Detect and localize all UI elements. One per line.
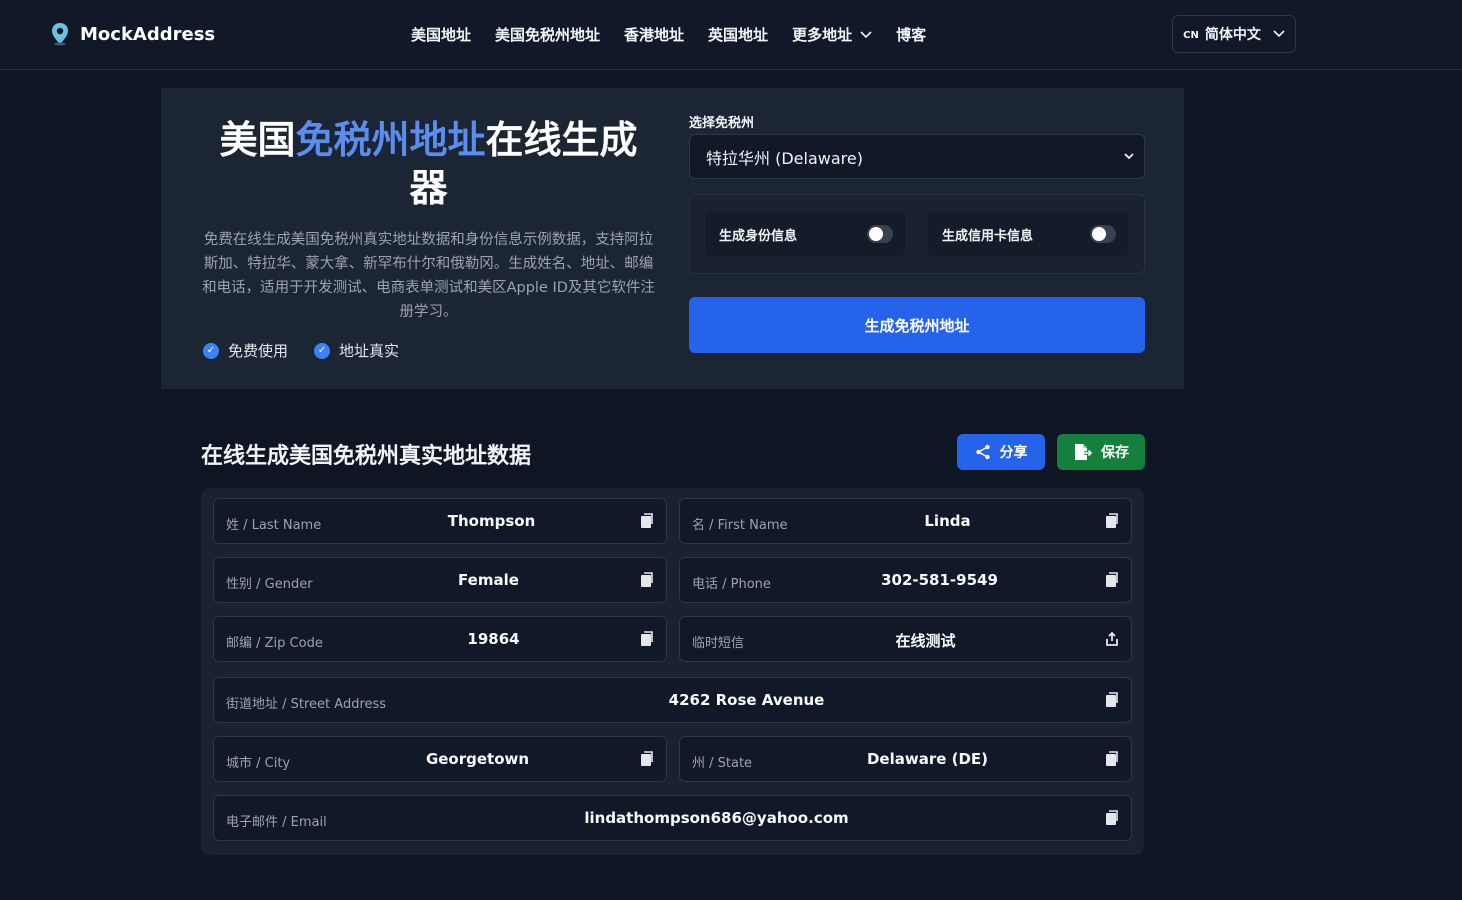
brand-name: MockAddress	[80, 23, 216, 45]
nav-link-more-label: 更多地址	[792, 26, 853, 44]
map-pin-icon	[52, 23, 68, 46]
nav-link-us-address[interactable]: 美国地址	[411, 24, 471, 45]
share-label: 分享	[999, 445, 1028, 461]
field-label: 邮编 / Zip Code	[226, 636, 323, 651]
brand-logo[interactable]: MockAddress	[50, 22, 215, 46]
hero-section: 美国免税州地址在线生成器 免费在线生成美国免税州真实地址数据和身份信息示例数据，…	[161, 88, 1184, 389]
share-button[interactable]: 分享	[957, 434, 1045, 470]
field-zip: 邮编 / Zip Code 19864	[213, 616, 667, 662]
file-export-icon	[1075, 444, 1093, 460]
share-icon	[975, 444, 990, 460]
toggle-identity-label: 生成身份信息	[719, 228, 798, 244]
feature-real: ✓ 地址真实	[314, 340, 399, 361]
field-value[interactable]: Georgetown	[340, 750, 615, 768]
chevron-down-icon	[1273, 30, 1285, 38]
field-label: 电子邮件 / Email	[226, 815, 327, 830]
nav-link-blog[interactable]: 博客	[896, 24, 926, 45]
title-accent: 免税州地址	[295, 118, 486, 162]
copy-icon[interactable]	[640, 513, 654, 529]
options-panel: 生成身份信息 生成信用卡信息	[689, 194, 1145, 274]
copy-icon[interactable]	[1105, 692, 1119, 708]
main-menu: 美国地址 美国免税州地址 香港地址 英国地址 更多地址 博客	[411, 24, 926, 45]
copy-icon[interactable]	[640, 572, 654, 588]
field-label: 临时短信	[692, 636, 745, 651]
feature-free: ✓ 免费使用	[203, 340, 288, 361]
state-select[interactable]: 特拉华州 (Delaware)	[689, 134, 1145, 179]
field-value[interactable]: Delaware (DE)	[790, 750, 1065, 768]
field-phone: 电话 / Phone 302-581-9549	[679, 557, 1132, 603]
field-value[interactable]: 4262 Rose Avenue	[609, 691, 884, 709]
field-value[interactable]: 302-581-9549	[802, 571, 1077, 589]
field-value[interactable]: 19864	[356, 630, 631, 648]
page-title: 美国免税州地址在线生成器	[201, 116, 656, 212]
field-last-name: 姓 / Last Name Thompson	[213, 498, 667, 544]
field-label: 性别 / Gender	[226, 577, 313, 592]
field-city: 城市 / City Georgetown	[213, 736, 667, 782]
field-value[interactable]: 在线测试	[788, 630, 1063, 651]
top-navbar: MockAddress 美国地址 美国免税州地址 香港地址 英国地址 更多地址 …	[0, 0, 1462, 70]
field-state: 州 / State Delaware (DE)	[679, 736, 1132, 782]
generate-button[interactable]: 生成免税州地址	[689, 297, 1145, 353]
save-button[interactable]: 保存	[1057, 434, 1145, 470]
language-code: CN	[1183, 29, 1199, 41]
field-value[interactable]: Linda	[810, 512, 1085, 530]
field-label: 姓 / Last Name	[226, 518, 322, 533]
nav-link-hk-address[interactable]: 香港地址	[624, 24, 684, 45]
field-value[interactable]: lindathompson686@yahoo.com	[549, 809, 884, 827]
field-label: 街道地址 / Street Address	[226, 697, 387, 712]
language-selector[interactable]: CN 简体中文	[1172, 15, 1296, 53]
field-label: 电话 / Phone	[692, 577, 771, 592]
toggle-identity[interactable]: 生成身份信息	[705, 212, 905, 256]
external-link-icon[interactable]	[1105, 631, 1119, 647]
state-select-value: 特拉华州 (Delaware)	[706, 148, 863, 168]
nav-link-us-tax-free[interactable]: 美国免税州地址	[495, 24, 600, 45]
title-prefix: 美国	[219, 118, 296, 162]
toggle-credit-card[interactable]: 生成信用卡信息	[928, 212, 1128, 256]
copy-icon[interactable]	[1105, 810, 1119, 826]
nav-link-uk-address[interactable]: 英国地址	[708, 24, 768, 45]
copy-icon[interactable]	[640, 631, 654, 647]
field-temp-sms[interactable]: 临时短信 在线测试	[679, 616, 1132, 662]
chevron-down-icon	[1124, 153, 1134, 160]
field-label: 城市 / City	[226, 756, 291, 771]
feature-label: 地址真实	[339, 342, 400, 360]
copy-icon[interactable]	[1105, 513, 1119, 529]
check-badge-icon: ✓	[314, 342, 331, 359]
copy-icon[interactable]	[640, 751, 654, 767]
field-label: 州 / State	[692, 756, 753, 771]
field-gender: 性别 / Gender Female	[213, 557, 667, 603]
toggle-switch[interactable]	[1090, 225, 1116, 243]
results-title: 在线生成美国免税州真实地址数据	[201, 444, 532, 469]
toggle-credit-card-label: 生成信用卡信息	[942, 228, 1034, 244]
copy-icon[interactable]	[1105, 751, 1119, 767]
copy-icon[interactable]	[1105, 572, 1119, 588]
field-value[interactable]: Female	[351, 571, 626, 589]
page-description: 免费在线生成美国免税州真实地址数据和身份信息示例数据，支持阿拉斯加、特拉华、蒙大…	[202, 232, 655, 320]
toggle-switch[interactable]	[867, 225, 893, 243]
chevron-down-icon	[860, 30, 872, 38]
feature-list: ✓ 免费使用 ✓ 地址真实	[203, 340, 399, 361]
results-panel: 姓 / Last Name Thompson 名 / First Name Li…	[201, 488, 1144, 855]
check-badge-icon: ✓	[203, 342, 219, 359]
field-email: 电子邮件 / Email lindathompson686@yahoo.com	[213, 795, 1132, 841]
save-label: 保存	[1101, 445, 1129, 461]
feature-label: 免费使用	[228, 342, 289, 360]
state-select-label: 选择免税州	[689, 116, 755, 131]
field-value[interactable]: Thompson	[354, 512, 629, 530]
field-first-name: 名 / First Name Linda	[679, 498, 1132, 544]
nav-link-more-dropdown[interactable]: 更多地址	[792, 24, 872, 45]
field-label: 名 / First Name	[692, 518, 788, 533]
language-label: 简体中文	[1204, 27, 1261, 43]
field-street: 街道地址 / Street Address 4262 Rose Avenue	[213, 677, 1132, 723]
